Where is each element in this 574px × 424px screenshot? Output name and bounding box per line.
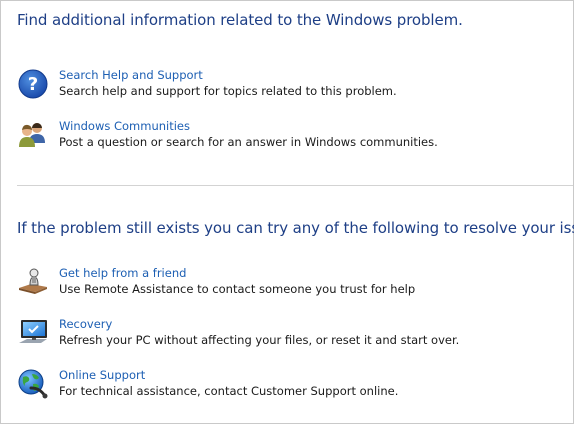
globe-support-icon — [18, 369, 48, 399]
search-help-support-link[interactable]: Search Help and Support — [59, 68, 203, 82]
online-support-description: For technical assistance, contact Custom… — [59, 384, 399, 398]
get-help-from-friend-item[interactable]: Get help from a friend Use Remote Assist… — [17, 266, 557, 302]
resolve-issue-heading: If the problem still exists you can try … — [17, 219, 574, 237]
get-help-from-friend-link[interactable]: Get help from a friend — [59, 266, 186, 280]
svg-text:?: ? — [28, 74, 38, 95]
windows-communities-link[interactable]: Windows Communities — [59, 119, 190, 133]
online-support-item[interactable]: Online Support For technical assistance,… — [17, 368, 557, 404]
windows-communities-description: Post a question or search for an answer … — [59, 135, 438, 149]
recovery-item[interactable]: Recovery Refresh your PC without affecti… — [17, 317, 557, 353]
section-divider — [17, 185, 573, 186]
online-support-link[interactable]: Online Support — [59, 368, 145, 382]
find-info-heading: Find additional information related to t… — [17, 11, 463, 29]
help-question-icon: ? — [18, 69, 48, 99]
recovery-description: Refresh your PC without affecting your f… — [59, 333, 460, 347]
windows-communities-item[interactable]: Windows Communities Post a question or s… — [17, 119, 557, 155]
search-help-support-item[interactable]: ? Search Help and Support Search help an… — [17, 68, 557, 104]
remote-assistance-icon — [19, 268, 47, 294]
search-help-support-description: Search help and support for topics relat… — [59, 84, 397, 98]
troubleshooting-panel: Find additional information related to t… — [0, 0, 574, 424]
get-help-from-friend-description: Use Remote Assistance to contact someone… — [59, 282, 416, 296]
recovery-link[interactable]: Recovery — [59, 317, 112, 331]
recovery-monitor-icon — [19, 320, 47, 343]
people-community-icon — [19, 123, 45, 147]
